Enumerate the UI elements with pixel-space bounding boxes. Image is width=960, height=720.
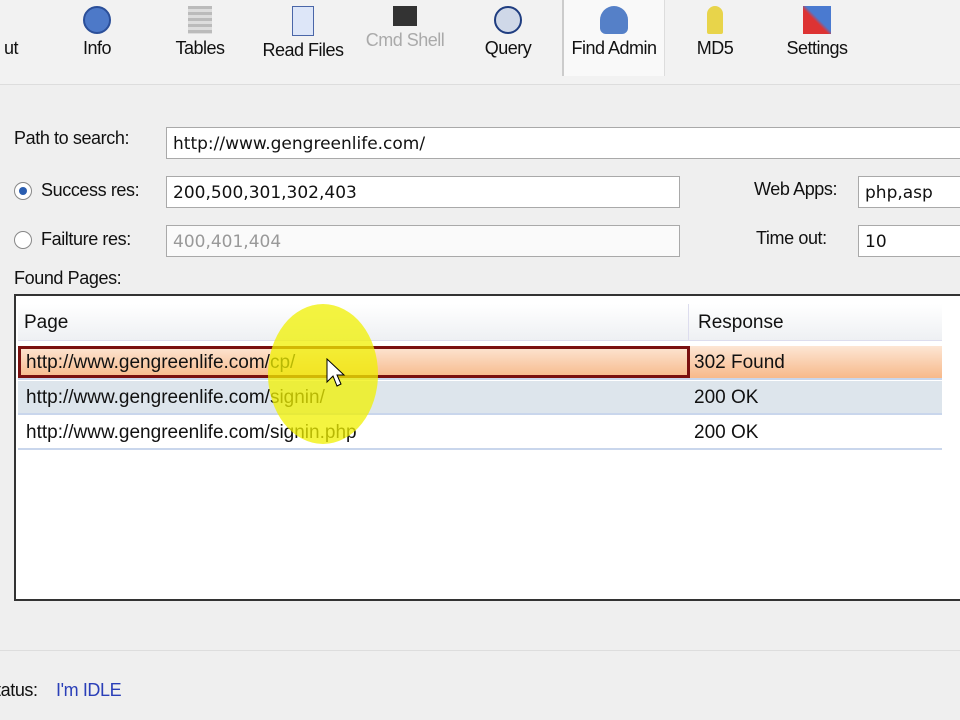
tools-icon: [803, 6, 831, 34]
table-icon: [188, 6, 212, 34]
webapps-input[interactable]: php,asp: [858, 176, 960, 208]
toolbar-settings-button[interactable]: Settings: [780, 0, 854, 70]
toolbar-tables-button[interactable]: Tables: [168, 0, 232, 70]
table-row[interactable]: http://www.gengreenlife.com/cp/302 Found: [18, 346, 942, 380]
failure-radio[interactable]: [14, 231, 32, 249]
path-input[interactable]: http://www.gengreenlife.com/: [166, 127, 960, 159]
success-radio[interactable]: [14, 182, 32, 200]
toolbar: ut Info Tables Read Files Cmd Shell Quer…: [0, 0, 960, 85]
timeout-input[interactable]: 10: [858, 225, 960, 257]
found-pages-list[interactable]: Page Response http://www.gengreenlife.co…: [14, 294, 960, 601]
failure-input[interactable]: 400,401,404: [166, 225, 680, 257]
toolbar-info-button[interactable]: Info: [70, 0, 124, 70]
file-icon: [292, 6, 314, 36]
toolbar-about-button[interactable]: ut: [0, 0, 28, 70]
toolbar-cmd-shell-button[interactable]: Cmd Shell: [360, 0, 450, 70]
toolbar-query-button[interactable]: Query: [478, 0, 538, 70]
failure-label: Failture res:: [41, 229, 131, 249]
cursor-highlight: [268, 304, 378, 444]
path-label: Path to search:: [14, 128, 130, 148]
table-row[interactable]: http://www.gengreenlife.com/signin/200 O…: [18, 381, 942, 415]
toolbar-md5-button[interactable]: MD5: [690, 0, 740, 70]
toolbar-find-admin-button[interactable]: Find Admin: [562, 0, 665, 76]
column-header-response[interactable]: Response: [698, 312, 784, 334]
webapps-label: Web Apps:: [754, 179, 838, 199]
timeout-label: Time out:: [756, 228, 827, 248]
terminal-icon: [393, 6, 417, 26]
toolbar-read-files-button[interactable]: Read Files: [256, 0, 350, 70]
table-row[interactable]: http://www.gengreenlife.com/signin.php 20…: [18, 416, 942, 450]
success-label: Success res:: [41, 180, 140, 200]
user-icon: [600, 6, 628, 34]
key-icon: [707, 6, 723, 34]
list-header: Page Response: [18, 304, 942, 341]
status-value: I'm IDLE: [56, 680, 122, 700]
success-input[interactable]: 200,500,301,302,403: [166, 176, 680, 208]
info-icon: [83, 6, 111, 34]
mouse-cursor-icon: [326, 358, 346, 387]
status-label: tatus:: [0, 680, 38, 700]
column-header-page[interactable]: Page: [24, 312, 68, 334]
query-icon: [494, 6, 522, 34]
found-pages-label: Found Pages:: [14, 268, 122, 288]
